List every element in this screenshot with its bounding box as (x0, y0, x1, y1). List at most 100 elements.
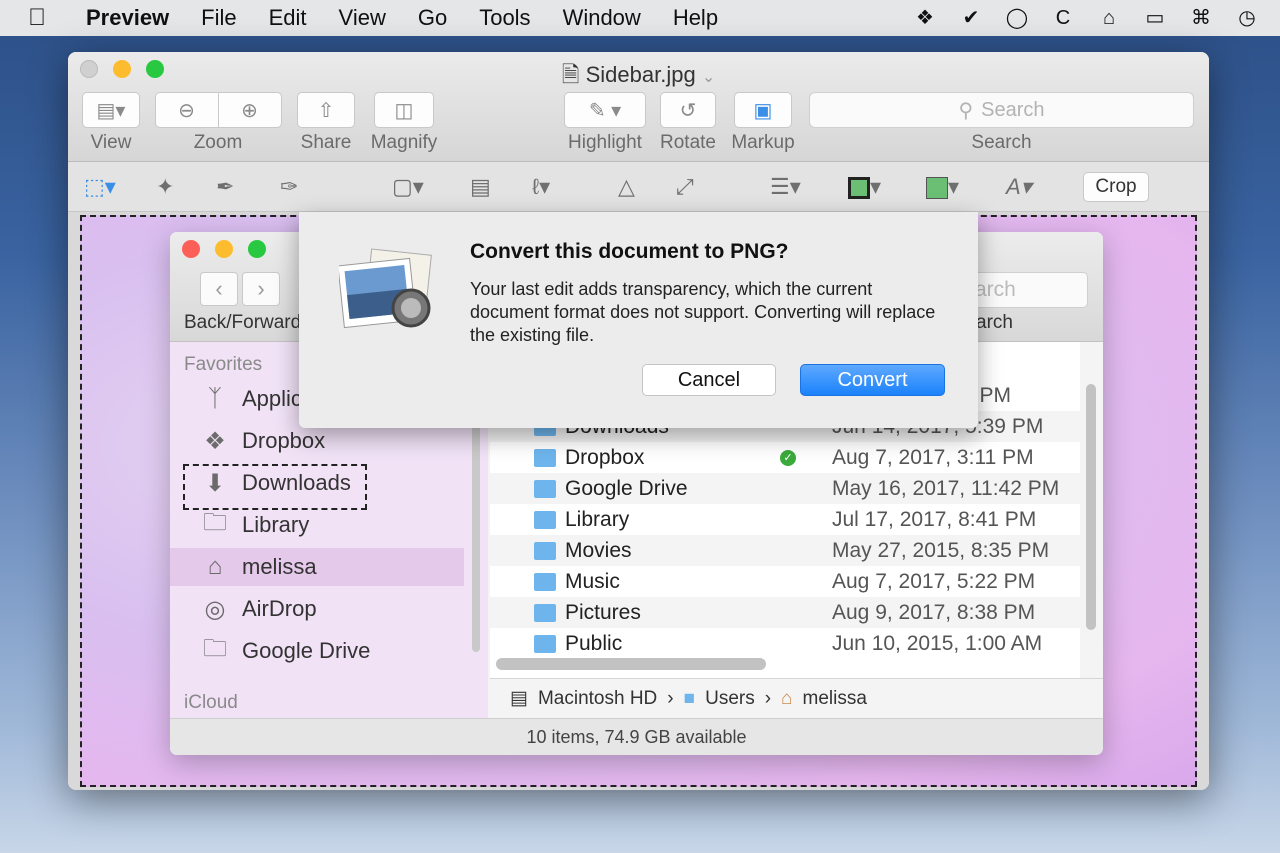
menu-window[interactable]: Window (563, 5, 641, 31)
view-button[interactable]: ▤▾ (82, 92, 140, 128)
list-item: Public Jun 10, 2015, 1:00 AM (490, 628, 1080, 659)
markup-button[interactable]: ▣ (734, 92, 792, 128)
horizontal-scrollbar (496, 658, 766, 670)
status-area: ❖ ✔ ◯ C ⌂ ▭ ⌘ ◷ (912, 0, 1260, 36)
menu-file[interactable]: File (201, 5, 236, 31)
share-label: Share (300, 132, 352, 153)
time-machine-icon[interactable]: ◷ (1234, 5, 1260, 31)
rotate-icon: ↺ (679, 99, 697, 122)
list-item: Library Jul 17, 2017, 8:41 PM (490, 504, 1080, 535)
finder-search-field: arch (966, 272, 1088, 308)
zoom-in-icon: ⊕ (241, 99, 258, 122)
path-item-macintosh-hd: Macintosh HD (537, 687, 658, 709)
crop-button[interactable]: Crop (1083, 172, 1149, 202)
markup-group: ▣ Markup (730, 92, 796, 154)
c-icon[interactable]: C (1050, 5, 1076, 31)
menu-help[interactable]: Help (673, 5, 718, 31)
menu-app-preview[interactable]: Preview (86, 5, 169, 31)
sidebar-item-airdrop: ◎ AirDrop (170, 590, 464, 628)
downloads-selection-marquee (183, 464, 367, 510)
path-item-users: Users (705, 687, 755, 709)
folder-icon (534, 572, 556, 591)
menu-edit[interactable]: Edit (269, 5, 307, 31)
menu-tools[interactable]: Tools (479, 5, 530, 31)
magnify-icon: ◫ (394, 99, 414, 122)
convert-button[interactable]: Convert (800, 364, 945, 396)
highlight-button[interactable]: ✎ ▾ (564, 92, 646, 128)
apple-menu-icon[interactable]:  (28, 4, 64, 32)
zoom-in-button[interactable]: ⊕ (217, 92, 282, 128)
highlight-label: Highlight (568, 132, 642, 153)
folder-icon (534, 603, 556, 622)
magnify-group: ◫ Magnify (370, 92, 438, 154)
rotate-button[interactable]: ↺ (660, 92, 716, 128)
zoom-out-button[interactable]: ⊖ (154, 92, 219, 128)
chevron-left-icon: ‹ (215, 276, 223, 301)
finder-zoom-button (248, 240, 266, 258)
share-button[interactable]: ⇧ (297, 92, 355, 128)
zoom-out-icon: ⊖ (178, 99, 195, 122)
synced-check-icon: ✓ (780, 449, 796, 466)
home-icon: ⌂ (781, 687, 793, 709)
forward-button: › (242, 272, 280, 306)
dropbox-icon[interactable]: ❖ (912, 5, 938, 31)
sidebar-item-melissa: ⌂ melissa (170, 548, 464, 586)
search-input[interactable]: ⚲ Search (809, 92, 1194, 128)
adjust-color-icon[interactable]: △ (618, 174, 635, 200)
instant-alpha-icon[interactable]: ✦ (156, 174, 174, 200)
home-icon[interactable]: ⌂ (1096, 5, 1122, 31)
folder-icon (534, 448, 556, 467)
list-item: Music Aug 7, 2017, 5:22 PM (490, 566, 1080, 597)
markup-label: Markup (731, 132, 795, 153)
finder-status-bar: 10 items, 74.9 GB available (170, 718, 1103, 755)
shape-style-icon[interactable]: ☰▾ (770, 174, 801, 200)
checkmark-icon[interactable]: ✔ (958, 5, 984, 31)
airplay-icon[interactable]: ▭ (1142, 5, 1168, 31)
list-item: Dropbox ✓ Aug 7, 2017, 3:11 PM (490, 442, 1080, 473)
text-icon[interactable]: ▤ (470, 174, 491, 200)
menu-view[interactable]: View (339, 5, 386, 31)
sidebar-item-google-drive: 🗀 Google Drive (170, 632, 464, 670)
sketch-icon[interactable]: ✒ (216, 174, 234, 200)
view-label: View (90, 132, 132, 153)
folder-icon (534, 479, 556, 498)
signature-icon[interactable]: ℓ▾ (532, 174, 550, 200)
back-forward-label: Back/Forward (184, 312, 302, 333)
draw-icon[interactable]: ✑ (280, 174, 298, 200)
finder-close-button (182, 240, 200, 258)
zoom-label: Zoom (193, 132, 243, 153)
finder-search-label: arch (976, 312, 1013, 333)
rotate-label: Rotate (660, 132, 716, 153)
highlighter-icon: ✎ ▾ (588, 99, 622, 122)
sidebar-item-library: 🗀 Library (170, 506, 464, 544)
markup-toolbar: ⬚▾ ✦ ✒ ✑ ▢▾ ▤ ℓ▾ △ ⤢ ☰▾ ▾ ▾ A▾ (68, 162, 1209, 212)
alert-title: Convert this document to PNG? (470, 240, 789, 263)
share-group: ⇧ Share (297, 92, 355, 154)
folder-icon (534, 510, 556, 529)
adjust-size-icon[interactable]: ⤢ (676, 174, 694, 200)
window-title[interactable]: 🗎 Sidebar.jpg ⌄ (68, 58, 1209, 96)
favorites-heading: Favorites (184, 354, 263, 375)
toolbox-icon: ▣ (753, 99, 773, 122)
text-style-icon[interactable]: A▾ (1006, 174, 1032, 200)
view-group: ▤▾ View (82, 92, 140, 154)
rect-selection-icon[interactable]: ⬚▾ (84, 174, 116, 200)
folder-icon (534, 541, 556, 560)
border-color-icon[interactable]: ▾ (848, 174, 881, 200)
folder-icon: 🗀 (203, 508, 227, 536)
path-item-melissa: melissa (802, 687, 867, 709)
1password-icon[interactable]: ◯ (1004, 5, 1030, 31)
fill-color-icon[interactable]: ▾ (926, 174, 959, 200)
magnify-button[interactable]: ◫ (374, 92, 434, 128)
cancel-button[interactable]: Cancel (642, 364, 776, 396)
convert-alert-sheet: Convert this document to PNG? Your last … (299, 212, 978, 428)
title-bar: 🗎 Sidebar.jpg ⌄ ▤▾ View ⊖ ⊕ Zoom ⇧ Share … (68, 52, 1209, 162)
share-icon: ⇧ (317, 99, 335, 122)
menu-go[interactable]: Go (418, 5, 447, 31)
list-item: Google Drive May 16, 2017, 11:42 PM (490, 473, 1080, 504)
keyboard-icon[interactable]: ⌘ (1188, 5, 1214, 31)
alert-message: Your last edit adds transparency, which … (470, 279, 936, 345)
search-icon: ⚲ (958, 99, 974, 122)
shapes-icon[interactable]: ▢▾ (392, 174, 424, 200)
home-icon: ⌂ (207, 553, 223, 580)
